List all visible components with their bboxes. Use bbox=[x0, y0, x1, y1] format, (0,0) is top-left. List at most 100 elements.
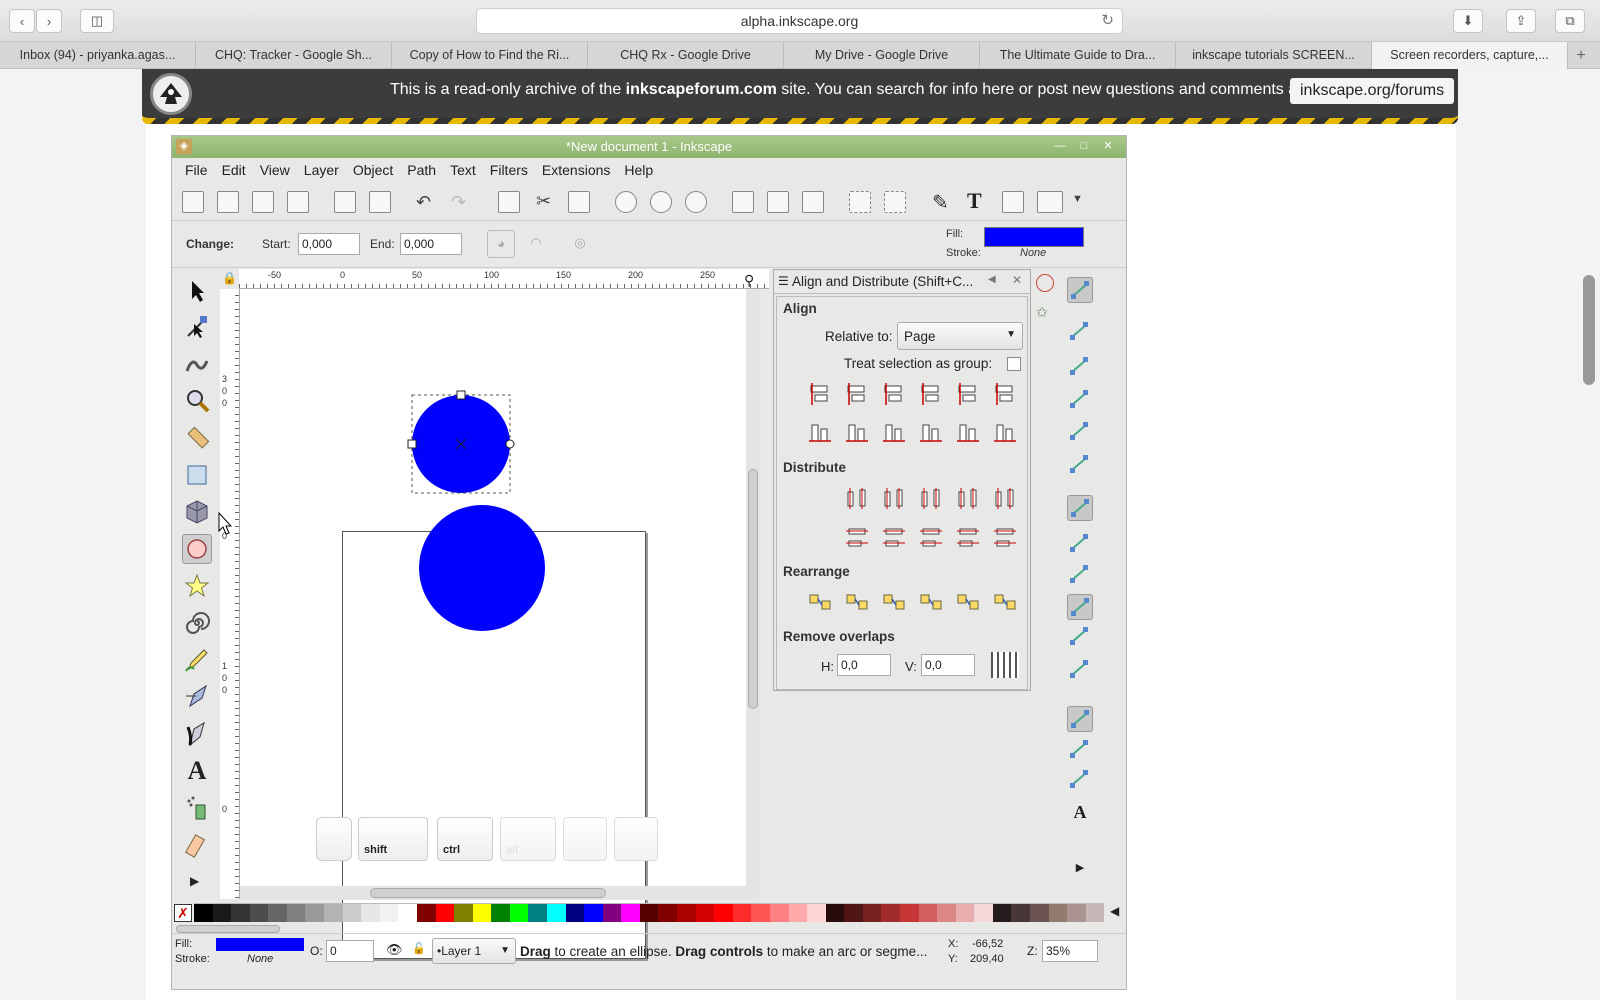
palette-swatch[interactable] bbox=[621, 904, 640, 922]
palette-swatch[interactable] bbox=[1067, 904, 1086, 922]
distribute-top-icon[interactable] bbox=[844, 525, 870, 551]
palette-swatch[interactable] bbox=[899, 904, 919, 922]
distribute-gaps-v-icon[interactable] bbox=[955, 525, 981, 551]
distribute-bottom-icon[interactable] bbox=[918, 525, 944, 551]
arc-handle[interactable] bbox=[505, 439, 515, 449]
v-gap-input[interactable]: 0,0 bbox=[921, 654, 975, 676]
snap-toggle-icon[interactable] bbox=[1067, 319, 1093, 345]
align-right-to-left-icon[interactable] bbox=[807, 381, 833, 407]
palette-swatch[interactable] bbox=[788, 904, 808, 922]
treat-as-group-checkbox[interactable] bbox=[1007, 357, 1021, 371]
opacity-input[interactable]: 0 bbox=[326, 940, 374, 962]
menu-file[interactable]: File bbox=[178, 158, 215, 182]
graph-layout-icon[interactable] bbox=[807, 589, 833, 615]
paste-icon[interactable] bbox=[568, 191, 590, 213]
palette-swatch[interactable] bbox=[825, 904, 845, 922]
palette-swatch[interactable] bbox=[324, 904, 343, 922]
save-icon[interactable] bbox=[252, 191, 274, 213]
distribute-baselines-h-icon[interactable] bbox=[992, 485, 1018, 511]
spray-tool-icon[interactable] bbox=[182, 793, 212, 823]
address-bar[interactable]: alpha.inkscape.org ↻ bbox=[476, 8, 1123, 34]
relative-to-select[interactable]: Page ▼ bbox=[897, 322, 1023, 350]
pencil-tool-icon[interactable] bbox=[182, 645, 212, 675]
distribute-baselines-v-icon[interactable] bbox=[992, 525, 1018, 551]
palette-swatch[interactable] bbox=[769, 904, 789, 922]
make-whole-icon[interactable]: ◎ bbox=[566, 230, 594, 258]
palette-swatch[interactable] bbox=[416, 904, 436, 922]
distribute-centers-v-icon[interactable] bbox=[881, 525, 907, 551]
snap-toggle-icon[interactable] bbox=[1067, 277, 1093, 303]
forward-icon[interactable]: › bbox=[36, 9, 62, 33]
zoom-corner-icon[interactable]: ⚲ bbox=[744, 272, 754, 289]
palette-swatch[interactable] bbox=[639, 904, 659, 922]
palette-swatch[interactable] bbox=[491, 904, 510, 922]
exchange-z-order-icon[interactable] bbox=[881, 589, 907, 615]
browser-tab[interactable]: CHQ Rx - Google Drive bbox=[588, 42, 784, 69]
zoom-tool-icon[interactable] bbox=[182, 386, 212, 416]
end-input[interactable]: 0,000 bbox=[400, 233, 462, 255]
snap-toggle-icon[interactable] bbox=[1067, 706, 1093, 732]
reload-icon[interactable]: ↻ bbox=[1101, 9, 1114, 33]
zoom-selection-icon[interactable] bbox=[615, 191, 637, 213]
import-icon[interactable] bbox=[334, 191, 356, 213]
ry-handle[interactable] bbox=[407, 439, 417, 449]
browser-tab[interactable]: Inbox (94) - priyanka.agas... bbox=[0, 42, 196, 69]
align-bottom-to-top-icon[interactable] bbox=[807, 419, 833, 445]
distribute-right-icon[interactable] bbox=[918, 485, 944, 511]
snap-toggle-icon[interactable] bbox=[1067, 419, 1093, 445]
clone-icon[interactable] bbox=[767, 191, 789, 213]
palette-swatch[interactable] bbox=[955, 904, 975, 922]
star-tool-icon[interactable] bbox=[182, 571, 212, 601]
exchange-clockwise-icon[interactable] bbox=[918, 589, 944, 615]
palette-swatch[interactable] bbox=[844, 904, 863, 922]
align-baseline-horizontal-icon[interactable] bbox=[992, 381, 1018, 407]
browser-tab[interactable]: The Ultimate Guide to Dra... bbox=[980, 42, 1176, 69]
redo-icon[interactable]: ↷ bbox=[451, 192, 466, 213]
unclump-icon[interactable] bbox=[992, 589, 1018, 615]
palette-swatch[interactable] bbox=[472, 904, 492, 922]
palette-swatch[interactable] bbox=[1011, 904, 1031, 922]
measure-tool-icon[interactable] bbox=[182, 423, 212, 453]
toolbox-expand-icon[interactable]: ▶ bbox=[190, 874, 199, 888]
calligraphy-tool-icon[interactable] bbox=[182, 719, 212, 749]
palette-swatch[interactable] bbox=[305, 904, 325, 922]
rectangle-tool-icon[interactable] bbox=[182, 460, 212, 490]
selector-tool-icon[interactable] bbox=[182, 275, 212, 305]
snap-toggle-icon[interactable] bbox=[1067, 594, 1093, 620]
palette-swatch[interactable] bbox=[677, 904, 696, 922]
3d-box-tool-icon[interactable] bbox=[182, 497, 212, 527]
palette-swatch[interactable] bbox=[194, 904, 213, 922]
palette-swatch[interactable] bbox=[528, 904, 547, 922]
visibility-icon[interactable]: 👁 bbox=[386, 942, 403, 958]
share-icon[interactable]: ⇪ bbox=[1506, 9, 1536, 33]
open-icon[interactable] bbox=[217, 191, 239, 213]
palette-swatch[interactable] bbox=[695, 904, 715, 922]
distribute-gaps-h-icon[interactable] bbox=[955, 485, 981, 511]
palette-swatch[interactable] bbox=[546, 904, 566, 922]
snap-toggle-icon[interactable] bbox=[1067, 767, 1093, 793]
align-top-to-bottom-icon[interactable] bbox=[955, 419, 981, 445]
fill-swatch[interactable] bbox=[984, 227, 1084, 247]
align-right-edges-icon[interactable] bbox=[918, 381, 944, 407]
palette-swatch[interactable] bbox=[918, 904, 938, 922]
xml-editor-icon[interactable] bbox=[1037, 191, 1063, 213]
palette-swatch[interactable] bbox=[658, 904, 678, 922]
drawing-canvas[interactable]: shift ctrl alt bbox=[240, 289, 746, 959]
sidebar-icon[interactable]: ◫ bbox=[80, 9, 114, 33]
align-center-horizontal-axis-icon[interactable] bbox=[881, 419, 907, 445]
menu-object[interactable]: Object bbox=[346, 158, 400, 182]
maximize-icon[interactable]: □ bbox=[1076, 139, 1092, 154]
downloads-icon[interactable]: ⬇ bbox=[1453, 9, 1483, 33]
eraser-tool-icon[interactable] bbox=[182, 830, 212, 860]
ellipse-second[interactable] bbox=[419, 505, 545, 631]
tweak-tool-icon[interactable] bbox=[182, 349, 212, 379]
h-gap-input[interactable]: 0,0 bbox=[837, 654, 891, 676]
banner-site-name[interactable]: inkscapeforum.com bbox=[626, 81, 777, 98]
arc-open-icon[interactable]: ◠ bbox=[522, 230, 550, 258]
text-tool-icon[interactable]: A bbox=[182, 756, 212, 786]
ellipse-tool-icon[interactable] bbox=[182, 534, 212, 564]
browser-tab[interactable]: My Drive - Google Drive bbox=[784, 42, 980, 69]
snap-toggle-icon[interactable] bbox=[1067, 452, 1093, 478]
randomize-centers-icon[interactable] bbox=[955, 589, 981, 615]
menu-filters[interactable]: Filters bbox=[483, 158, 535, 182]
